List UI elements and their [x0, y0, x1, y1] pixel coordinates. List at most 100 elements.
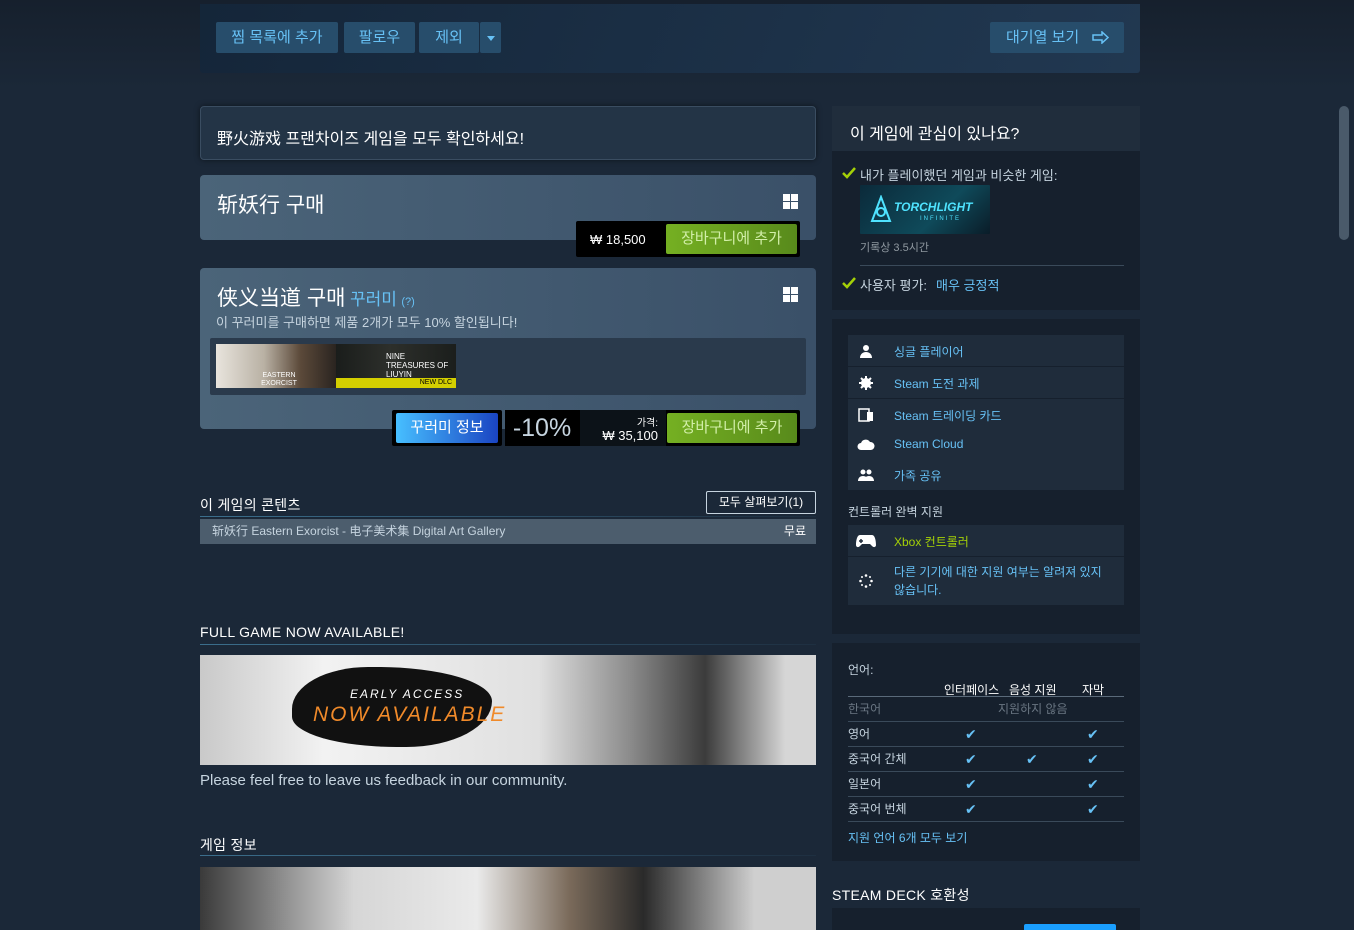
divider — [200, 855, 816, 856]
cards-icon — [848, 399, 884, 430]
dlc-price: 무료 — [783, 524, 806, 538]
steam-deck-heading: STEAM DECK 호환성 — [832, 887, 970, 903]
check-icon: ✔ — [965, 726, 977, 742]
bundle-title-row: 侠义当道 구매 꾸러미 (?) — [217, 282, 415, 312]
announcement-heading: FULL GAME NOW AVAILABLE! — [200, 624, 405, 640]
feature-single-player[interactable]: 싱글 플레이어 — [848, 335, 1124, 366]
wishlist-button[interactable]: 찜 목록에 추가 — [216, 22, 338, 53]
purchase-price-box: ₩ 18,500 장바구니에 추가 — [576, 221, 800, 257]
thumbnail-tag: NEW DLC — [419, 379, 452, 386]
feature-label: Steam 도전 과제 — [894, 377, 980, 391]
language-name: 일본어 — [848, 777, 882, 791]
feature-label: Xbox 컨트롤러 — [894, 535, 969, 549]
gamepad-icon — [848, 525, 884, 556]
features-panel: 싱글 플레이어 Steam 도전 과제 Steam 트레이딩 카드 Steam … — [832, 319, 1140, 634]
col-voice: 음성 지원 — [1009, 683, 1057, 697]
language-row: 중국어 간체 ✔ ✔ ✔ — [848, 747, 1124, 772]
follow-button[interactable]: 팔로우 — [344, 22, 415, 53]
col-interface: 인터페이스 — [944, 683, 1000, 697]
torch-icon — [870, 195, 892, 222]
loading-icon — [848, 557, 884, 605]
add-bundle-to-cart-button[interactable]: 장바구니에 추가 — [667, 413, 797, 443]
steam-deck-button[interactable] — [1024, 924, 1116, 930]
controller-support-label: 컨트롤러 완벽 지원 — [848, 505, 943, 519]
feature-label: 가족 공유 — [894, 469, 942, 483]
franchise-banner[interactable]: 野火游戏 프랜차이즈 게임을 모두 확인하세요! — [200, 106, 816, 160]
price-label: 가격: — [636, 418, 658, 429]
view-all-languages-link[interactable]: 지원 언어 6개 모두 보기 — [848, 829, 967, 846]
steam-deck-panel — [832, 908, 1140, 930]
franchise-text: 野火游戏 프랜차이즈 게임을 모두 확인하세요! — [217, 131, 525, 148]
thumbnail-title: EASTERN EXORCIST — [261, 372, 297, 387]
languages-label: 언어: — [848, 663, 874, 677]
languages-header: 인터페이스 음성 지원 자막 — [848, 679, 1124, 697]
bundle-info-label: 꾸러미 정보 — [396, 413, 498, 443]
ignore-dropdown-button[interactable] — [480, 22, 501, 53]
language-name: 중국어 간체 — [848, 752, 907, 766]
browse-all-dlc-button[interactable]: 모두 살펴보기(1) — [706, 491, 816, 514]
check-icon: ✔ — [1026, 751, 1038, 767]
banner-line-2: NOW AVAILABLE — [313, 703, 507, 726]
not-supported-note: 지원하지 않음 — [998, 702, 1068, 716]
language-name: 영어 — [848, 727, 871, 741]
family-icon — [848, 459, 884, 490]
playtime-text: 기록상 3.5시간 — [860, 242, 929, 254]
feature-label: Steam 트레이딩 카드 — [894, 409, 1002, 423]
check-icon: ✔ — [1087, 776, 1099, 792]
feature-label: Steam Cloud — [894, 437, 964, 451]
dlc-name: 斩妖行 Eastern Exorcist - 电子美术集 Digital Art… — [212, 524, 506, 538]
check-icon: ✔ — [1087, 726, 1099, 742]
bundle-price: ₩ 35,100 — [602, 428, 658, 443]
feature-cloud[interactable]: Steam Cloud — [848, 429, 1124, 460]
game-info-heading: 게임 정보 — [200, 837, 257, 853]
feature-xbox-controller[interactable]: Xbox 컨트롤러 — [848, 525, 1124, 556]
game-price: ₩ 18,500 — [590, 232, 646, 247]
bundle-info-button[interactable]: 꾸러미 정보 — [392, 410, 502, 446]
purchase-bundle-panel: 侠义当道 구매 꾸러미 (?) 이 꾸러미를 구매하면 제품 2개가 모두 10… — [200, 268, 816, 429]
divider — [200, 516, 816, 517]
windows-icon — [783, 287, 798, 302]
early-access-banner: EARLY ACCESS NOW AVAILABLE — [200, 655, 816, 765]
final-price-block: 가격: ₩ 35,100 — [580, 410, 666, 446]
feature-label: 다른 기기에 대한 지원 여부는 알려져 있지 않습니다. — [894, 565, 1102, 597]
check-icon — [842, 167, 856, 179]
view-queue-button[interactable]: 대기열 보기 — [990, 22, 1124, 53]
language-name: 중국어 번체 — [848, 802, 907, 816]
check-icon: ✔ — [1087, 751, 1099, 767]
bundle-item-thumbnail[interactable]: EASTERN EXORCIST — [216, 344, 336, 388]
check-icon: ✔ — [965, 801, 977, 817]
language-row: 중국어 번체 ✔ ✔ — [848, 797, 1124, 822]
bundle-item-thumbnail[interactable]: NINE TREASURES OF LIUYIN NEW DLC — [336, 344, 456, 388]
dlc-section-heading: 이 게임의 콘텐츠 — [200, 497, 301, 513]
review-value[interactable]: 매우 긍정적 — [936, 275, 999, 294]
arrow-right-icon — [1092, 31, 1110, 44]
banner-line-1: EARLY ACCESS — [350, 687, 465, 701]
caret-down-icon — [486, 35, 495, 41]
col-subtitles: 자막 — [1082, 683, 1105, 697]
check-icon — [842, 277, 856, 289]
bundle-items: EASTERN EXORCIST NINE TREASURES OF LIUYI… — [210, 338, 806, 395]
languages-panel: 언어: 인터페이스 음성 지원 자막 한국어 지원하지 않음 영어 ✔ ✔ 중국… — [832, 643, 1140, 861]
feature-trading-cards[interactable]: Steam 트레이딩 카드 — [848, 399, 1124, 430]
check-icon: ✔ — [965, 751, 977, 767]
dlc-row[interactable]: 斩妖行 Eastern Exorcist - 电子美术集 Digital Art… — [200, 519, 816, 544]
check-icon: ✔ — [1087, 801, 1099, 817]
windows-icon — [783, 194, 798, 209]
feature-achievements[interactable]: Steam 도전 과제 — [848, 367, 1124, 398]
similar-games-label: 내가 플레이했던 게임과 비슷한 게임: — [860, 168, 1058, 183]
feature-other-devices: 다른 기기에 대한 지원 여부는 알려져 있지 않습니다. — [848, 557, 1124, 605]
ignore-button[interactable]: 제외 — [419, 22, 479, 53]
discount-pct: -10% — [505, 410, 579, 446]
divider — [860, 265, 1124, 266]
bundle-help-link[interactable]: (?) — [401, 296, 414, 308]
scrollbar-thumb[interactable] — [1339, 106, 1349, 240]
game-info-banner — [200, 867, 816, 930]
person-icon — [848, 335, 884, 366]
achievement-icon — [848, 367, 884, 398]
add-to-cart-button[interactable]: 장바구니에 추가 — [666, 224, 797, 254]
language-name: 한국어 — [848, 702, 882, 716]
feature-label: 싱글 플레이어 — [894, 345, 964, 359]
similar-game-capsule[interactable]: TORCHLIGHT INFINITE — [860, 185, 990, 234]
bundle-title: 侠义当道 구매 — [217, 287, 346, 310]
feature-family-sharing[interactable]: 가족 공유 — [848, 459, 1124, 490]
